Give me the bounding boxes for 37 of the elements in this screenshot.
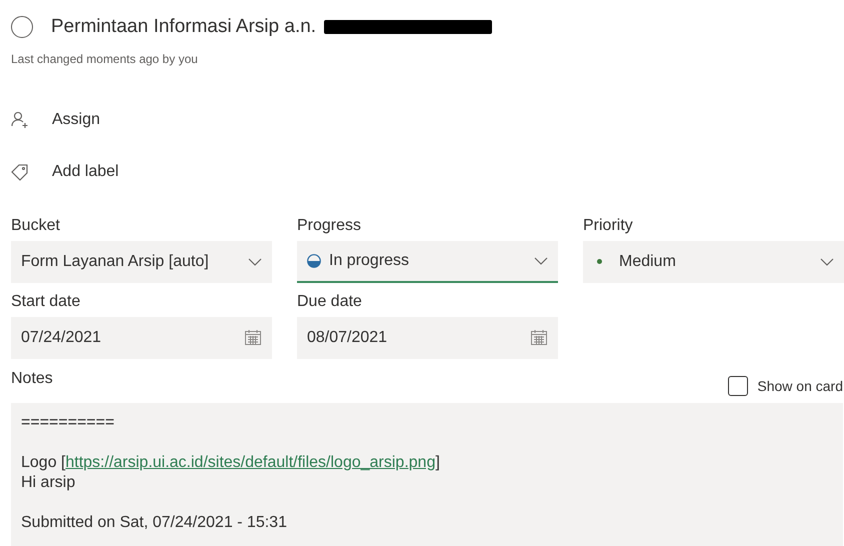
calendar-icon: [244, 329, 262, 346]
field-value: 08/07/2021: [307, 328, 388, 348]
field-label: Bucket: [11, 216, 61, 236]
half-circle-icon: [307, 254, 321, 268]
notes-line: Submitted on Sat, 07/24/2021 - 15:31: [21, 514, 287, 530]
checkbox[interactable]: [728, 376, 748, 396]
dropdown-field[interactable]: In progress: [297, 240, 558, 282]
task-title: Permintaan Informasi Arsip a.n.: [51, 15, 316, 39]
field-value: Medium: [619, 252, 677, 272]
date-field[interactable]: 08/07/2021: [297, 316, 558, 358]
url-link[interactable]: https://arsip.ui.ac.id/sites/default/files/logo_arsip.png: [65, 454, 436, 470]
last-changed-text: Last changed moments ago by you: [11, 50, 199, 68]
chevron-down-icon: [534, 256, 548, 264]
notes-line: ==========: [21, 414, 114, 430]
field-label: Priority: [583, 216, 634, 236]
checkbox-label: Show on card: [757, 376, 843, 396]
chevron-down-icon: [248, 258, 262, 266]
dropdown-field[interactable]: Medium: [583, 240, 844, 282]
field-label: Due date: [297, 292, 363, 312]
notes-field[interactable]: ========== Logo [https://arsip.ui.ac.id/sites/default/files/logo_arsip.png] Hi arsip Submitted on Sat, 07/24/2021 - 15:31: [11, 402, 843, 546]
field-label: Start date: [11, 292, 82, 312]
tag-icon: [11, 162, 29, 180]
dropdown-field[interactable]: Form Layanan Arsip [auto]: [11, 240, 272, 282]
chevron-down-icon: [820, 258, 834, 266]
notes-line: Logo [https://arsip.ui.ac.id/sites/default/files/logo_arsip.png]: [21, 454, 440, 470]
action-button[interactable]: Assign: [11, 108, 100, 132]
complete-checkbox[interactable]: [11, 16, 33, 38]
add-person-icon: [11, 110, 29, 128]
field-label: Progress: [297, 216, 362, 236]
field-value: In progress: [329, 250, 410, 270]
notes-line: Hi arsip: [21, 474, 76, 490]
action-button[interactable]: Add label: [11, 160, 119, 184]
calendar-icon: [530, 329, 548, 346]
field-value: 07/24/2021: [21, 328, 102, 348]
notes-label: Notes: [11, 368, 53, 388]
date-field[interactable]: 07/24/2021: [11, 316, 272, 358]
field-value: Form Layanan Arsip [auto]: [21, 252, 210, 272]
